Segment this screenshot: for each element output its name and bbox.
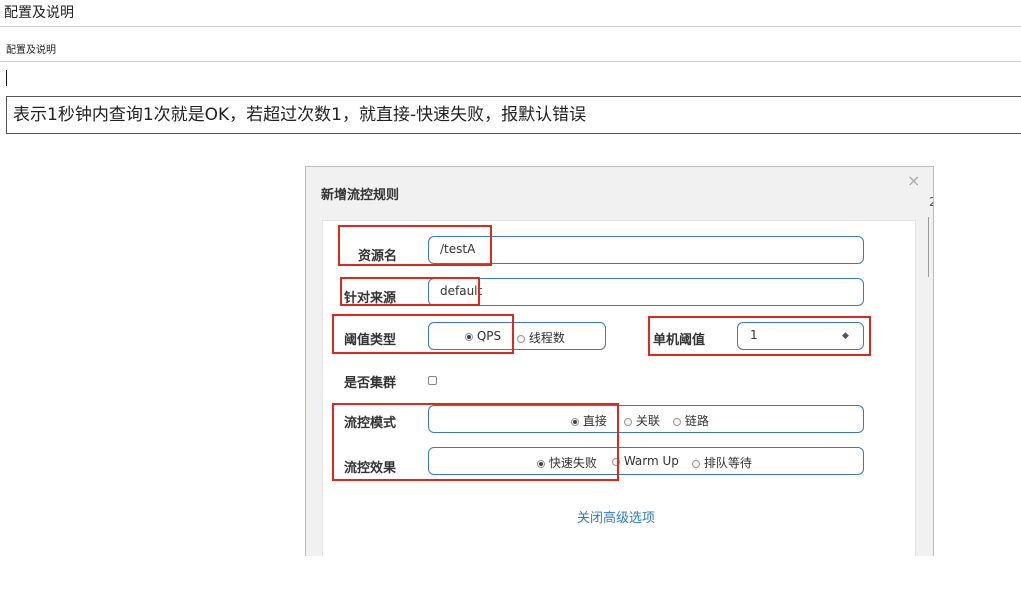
page-heading: 配置及说明 — [4, 5, 74, 21]
flow-mode-chain[interactable]: 链路 — [673, 412, 709, 429]
radio-unselected-icon — [673, 417, 681, 426]
description-box: 表示1秒钟内查询1次就是OK，若超过次数1，就直接-快速失败，报默认错误 — [6, 96, 1021, 134]
annotation-box — [340, 277, 480, 306]
source-input[interactable]: default — [428, 278, 864, 306]
annotation-box — [332, 314, 514, 354]
annotation-box — [332, 403, 619, 481]
sub-heading: 配置及说明 — [6, 45, 56, 56]
form-panel — [322, 220, 916, 556]
flow-effect-warm-up[interactable]: Warm Up — [612, 454, 679, 468]
radio-unselected-icon — [624, 417, 632, 426]
flow-effect-queue[interactable]: 排队等待 — [692, 454, 752, 471]
annotation-box — [338, 225, 492, 266]
cluster-checkbox[interactable] — [428, 376, 437, 385]
resource-name-input[interactable]: /testA — [428, 236, 864, 264]
add-flow-rule-dialog: 新增流控规则 × 2 资源名 /testA 针对来源 default 阈值类型 … — [305, 166, 934, 556]
text-cursor — [6, 70, 7, 86]
divider — [0, 61, 1021, 62]
annotation-box — [648, 316, 871, 356]
radio-unselected-icon — [517, 334, 525, 343]
background-page-fragment: 2 — [929, 195, 933, 209]
background-page-edge — [928, 217, 929, 277]
divider — [0, 26, 1021, 27]
threshold-type-threads[interactable]: 线程数 — [517, 329, 565, 346]
dialog-title: 新增流控规则 — [321, 188, 400, 203]
close-icon[interactable]: × — [907, 171, 920, 190]
close-advanced-options-link[interactable]: 关闭高级选项 — [577, 507, 655, 526]
radio-unselected-icon — [692, 459, 700, 468]
flow-mode-relate[interactable]: 关联 — [624, 412, 660, 429]
cluster-label: 是否集群 — [344, 376, 397, 391]
